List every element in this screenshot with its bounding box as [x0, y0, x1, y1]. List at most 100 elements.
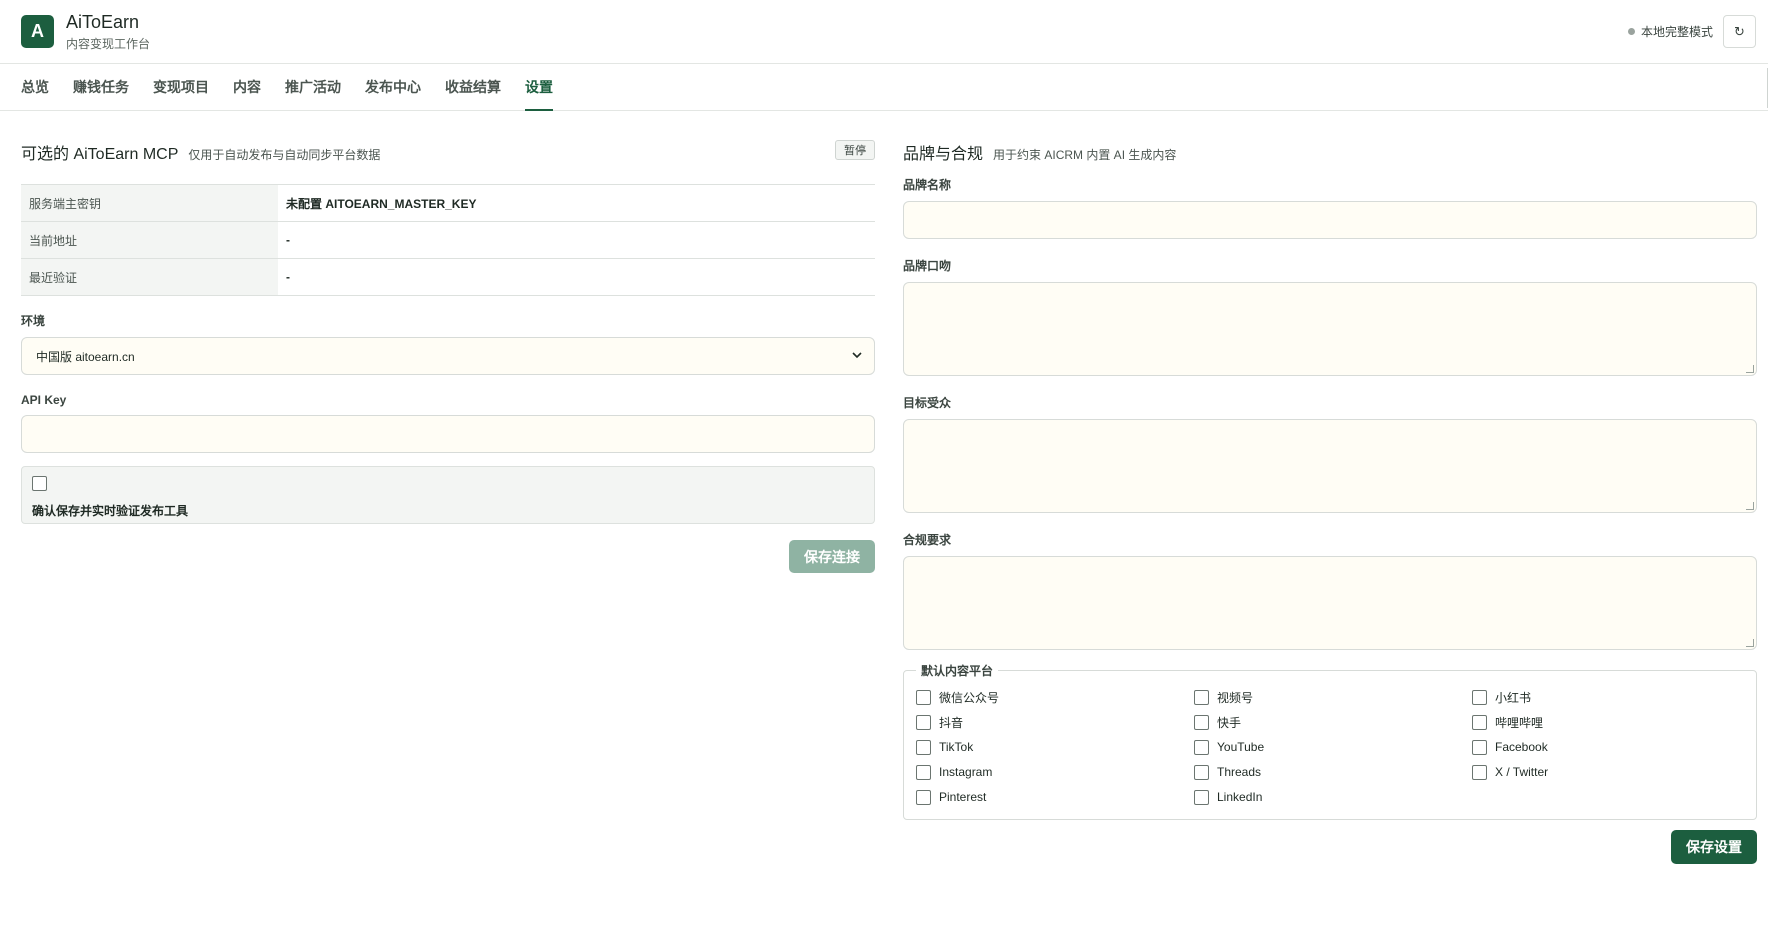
- tab-settings[interactable]: 设置: [525, 64, 553, 111]
- tab-overview[interactable]: 总览: [21, 64, 49, 110]
- platform-option[interactable]: LinkedIn: [1194, 789, 1472, 805]
- header-right: 本地完整模式 ↻: [1627, 15, 1756, 48]
- platform-label: 快手: [1217, 715, 1242, 730]
- platform-checkbox[interactable]: [916, 689, 931, 705]
- row-value: 未配置 AITOEARN_MASTER_KEY: [286, 196, 477, 211]
- platform-checkbox[interactable]: [916, 714, 931, 730]
- table-row: 最近验证 -: [21, 259, 875, 296]
- brand-header: 品牌与合规 用于约束 AICRM 内置 AI 生成内容: [903, 140, 1757, 163]
- mcp-panel: 可选的 AiToEarn MCP 仅用于自动发布与自动同步平台数据 暂停 服务端…: [21, 140, 875, 573]
- confirm-label: 确认保存并实时验证发布工具: [32, 504, 189, 518]
- platform-label: YouTube: [1217, 740, 1265, 754]
- platform-option[interactable]: X / Twitter: [1472, 764, 1744, 780]
- platform-option[interactable]: Threads: [1194, 764, 1472, 780]
- app-title: AiToEarn: [66, 11, 140, 32]
- refresh-button[interactable]: ↻: [1723, 15, 1756, 48]
- brand-subtitle: 用于约束 AICRM 内置 AI 生成内容: [993, 148, 1177, 162]
- brand-title: 品牌与合规: [903, 146, 984, 163]
- pause-button[interactable]: 暂停: [835, 140, 875, 160]
- row-value: -: [286, 233, 290, 247]
- env-label: 环境: [21, 314, 46, 328]
- env-select[interactable]: 中国版 aitoearn.cn: [21, 337, 875, 375]
- resize-handle-icon[interactable]: [1746, 502, 1754, 510]
- save-settings-button[interactable]: 保存设置: [1671, 830, 1757, 864]
- platform-checkbox[interactable]: [1194, 689, 1209, 705]
- platform-label: LinkedIn: [1217, 790, 1263, 804]
- api-key-label: API Key: [21, 393, 67, 407]
- mcp-title: 可选的 AiToEarn MCP: [21, 146, 179, 163]
- row-value: -: [286, 270, 290, 284]
- platform-checkbox[interactable]: [1194, 764, 1209, 780]
- platform-checkbox[interactable]: [1472, 764, 1487, 780]
- save-connection-button[interactable]: 保存连接: [789, 540, 875, 573]
- brand-tone-label: 品牌口吻: [903, 259, 952, 273]
- tab-revenue-settlement[interactable]: 收益结算: [445, 64, 501, 110]
- audience-textarea[interactable]: [903, 419, 1757, 513]
- platform-option[interactable]: Instagram: [916, 764, 1194, 780]
- app-logo: A: [21, 15, 54, 48]
- chevron-down-icon: [852, 350, 862, 363]
- platform-option[interactable]: 微信公众号: [916, 689, 1194, 705]
- platform-option[interactable]: 快手: [1194, 714, 1472, 730]
- platform-option[interactable]: 小红书: [1472, 689, 1744, 705]
- platform-option[interactable]: 哔哩哔哩: [1472, 714, 1744, 730]
- resize-handle-icon[interactable]: [1746, 365, 1754, 373]
- platform-option[interactable]: YouTube: [1194, 739, 1472, 755]
- tab-earning-tasks[interactable]: 赚钱任务: [73, 64, 129, 110]
- app-brand: AiToEarn 内容变现工作台: [66, 12, 150, 52]
- platform-label: 哔哩哔哩: [1495, 715, 1544, 730]
- platform-option[interactable]: 抖音: [916, 714, 1194, 730]
- platform-option[interactable]: Pinterest: [916, 789, 1194, 805]
- platform-checkbox[interactable]: [1472, 689, 1487, 705]
- table-row: 服务端主密钥 未配置 AITOEARN_MASTER_KEY: [21, 185, 875, 222]
- app-subtitle: 内容变现工作台: [66, 36, 151, 51]
- tab-monetization-projects[interactable]: 变现项目: [153, 64, 209, 110]
- platform-label: Instagram: [939, 765, 993, 779]
- mode-label: 本地完整模式: [1640, 25, 1713, 39]
- platform-label: X / Twitter: [1495, 765, 1549, 779]
- row-key: 最近验证: [21, 259, 278, 295]
- platform-label: 视频号: [1217, 690, 1254, 705]
- platforms-fieldset: 默认内容平台 微信公众号 视频号 小红书 抖音 快手 哔哩哔哩 TikTok Y…: [903, 662, 1757, 820]
- tab-promotions[interactable]: 推广活动: [285, 64, 341, 110]
- platform-option[interactable]: Facebook: [1472, 739, 1744, 755]
- mcp-header: 可选的 AiToEarn MCP 仅用于自动发布与自动同步平台数据 暂停: [21, 140, 875, 163]
- confirm-checkbox[interactable]: [32, 476, 47, 491]
- row-key: 服务端主密钥: [21, 185, 278, 221]
- brand-name-label: 品牌名称: [903, 178, 952, 192]
- platform-label: TikTok: [939, 740, 974, 754]
- api-key-input[interactable]: [21, 415, 875, 453]
- platform-label: Pinterest: [939, 790, 987, 804]
- platform-checkbox[interactable]: [1194, 714, 1209, 730]
- tab-content[interactable]: 内容: [233, 64, 261, 110]
- platform-checkbox[interactable]: [1194, 789, 1209, 805]
- confirm-box: 确认保存并实时验证发布工具: [21, 466, 875, 524]
- platform-label: Threads: [1217, 765, 1262, 779]
- resize-handle-icon[interactable]: [1746, 639, 1754, 647]
- app-header: A AiToEarn 内容变现工作台 本地完整模式 ↻: [0, 0, 1768, 64]
- platform-label: 微信公众号: [939, 690, 1000, 705]
- compliance-label: 合规要求: [903, 533, 952, 547]
- platform-option[interactable]: TikTok: [916, 739, 1194, 755]
- platform-checkbox[interactable]: [1472, 714, 1487, 730]
- platforms-grid: 微信公众号 视频号 小红书 抖音 快手 哔哩哔哩 TikTok YouTube …: [916, 689, 1744, 805]
- platform-option[interactable]: 视频号: [1194, 689, 1472, 705]
- platform-label: 小红书: [1495, 690, 1532, 705]
- platform-checkbox[interactable]: [1472, 739, 1487, 755]
- platform-checkbox[interactable]: [916, 789, 931, 805]
- refresh-icon: ↻: [1734, 23, 1745, 39]
- platform-checkbox[interactable]: [1194, 739, 1209, 755]
- table-row: 当前地址 -: [21, 222, 875, 259]
- compliance-textarea[interactable]: [903, 556, 1757, 650]
- platforms-legend: 默认内容平台: [916, 662, 999, 679]
- platform-label: 抖音: [939, 715, 964, 730]
- platform-checkbox[interactable]: [916, 764, 931, 780]
- platform-checkbox[interactable]: [916, 739, 931, 755]
- brand-panel: 品牌与合规 用于约束 AICRM 内置 AI 生成内容 品牌名称 品牌口吻 目标…: [903, 140, 1757, 864]
- row-key: 当前地址: [21, 222, 278, 258]
- mcp-subtitle: 仅用于自动发布与自动同步平台数据: [188, 148, 381, 162]
- brand-name-input[interactable]: [903, 201, 1757, 239]
- tab-publish-center[interactable]: 发布中心: [365, 64, 421, 110]
- status-dot-icon: [1627, 28, 1635, 35]
- brand-tone-textarea[interactable]: [903, 282, 1757, 376]
